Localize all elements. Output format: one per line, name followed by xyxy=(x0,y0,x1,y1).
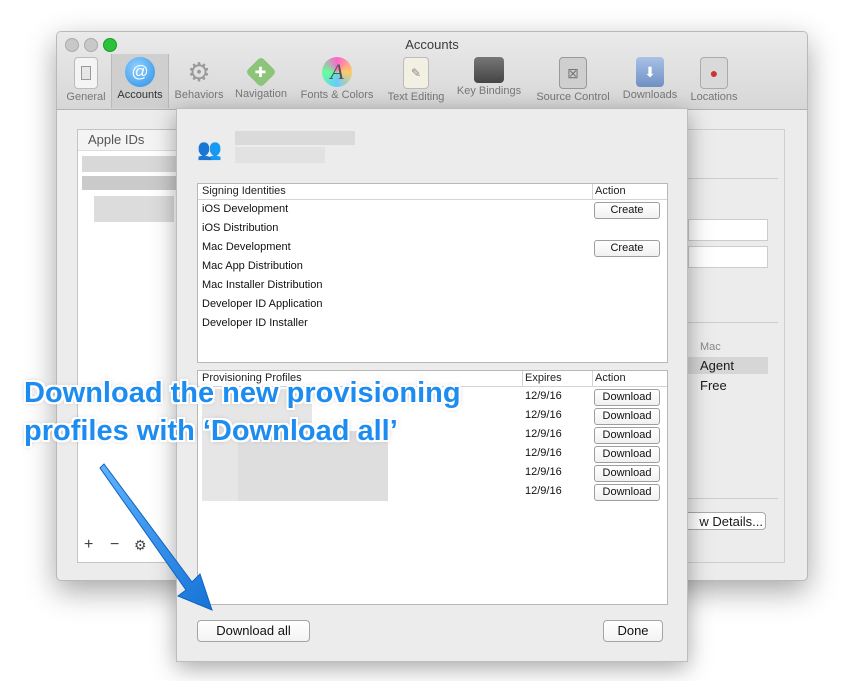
annotation-arrow xyxy=(99,463,213,611)
